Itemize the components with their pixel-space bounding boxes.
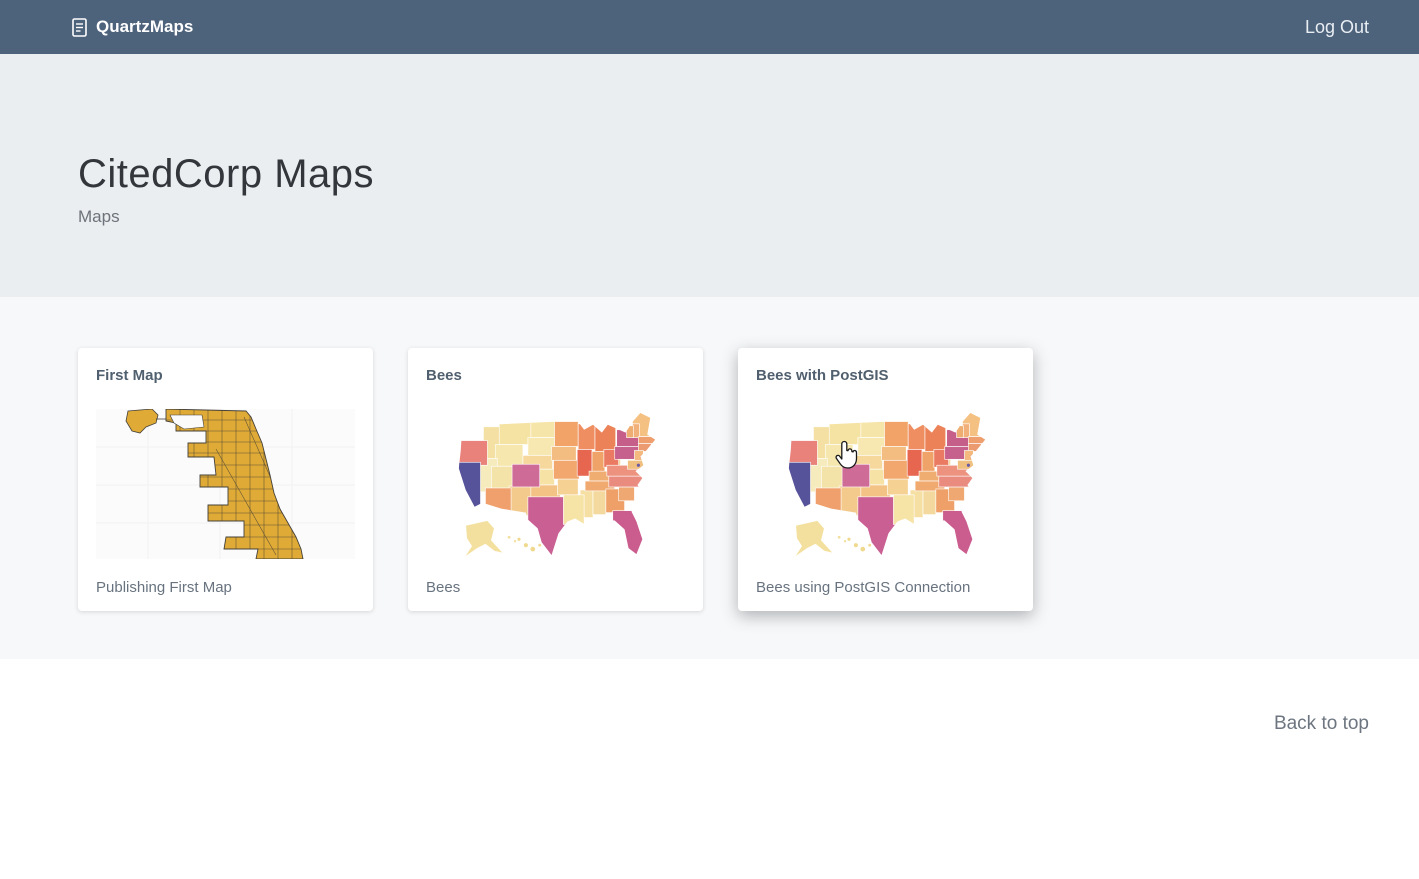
card-caption: Bees: [426, 579, 685, 596]
app-title: QuartzMaps: [96, 17, 193, 37]
card-title: First Map: [96, 367, 355, 384]
page-footer: Back to top: [0, 659, 1419, 735]
page-title: CitedCorp Maps: [78, 152, 1341, 197]
us-choropleth-thumbnail: [426, 409, 685, 559]
app-header: QuartzMaps Log Out: [0, 0, 1419, 54]
map-card-bees[interactable]: Bees Bees: [408, 348, 703, 611]
map-card-bees-with-postgis[interactable]: Bees with PostGIS Bees using PostGIS Con…: [738, 348, 1033, 611]
document-icon: [72, 18, 87, 37]
card-caption: Publishing First Map: [96, 579, 355, 596]
page-subtitle: Maps: [78, 207, 1341, 227]
chicago-map-thumbnail: [96, 409, 355, 559]
card-caption: Bees using PostGIS Connection: [756, 579, 1015, 596]
card-title: Bees with PostGIS: [756, 367, 1015, 384]
app-brand-link[interactable]: QuartzMaps: [72, 17, 193, 37]
us-choropleth-thumbnail: [756, 409, 1015, 559]
card-title: Bees: [426, 367, 685, 384]
maps-card-list: First Map Publishing First Map Bees Bees…: [0, 297, 1419, 659]
logout-link[interactable]: Log Out: [1305, 17, 1369, 38]
back-to-top-link[interactable]: Back to top: [1274, 713, 1369, 734]
map-card-first-map[interactable]: First Map Publishing First Map: [78, 348, 373, 611]
hero-section: CitedCorp Maps Maps: [0, 54, 1419, 297]
